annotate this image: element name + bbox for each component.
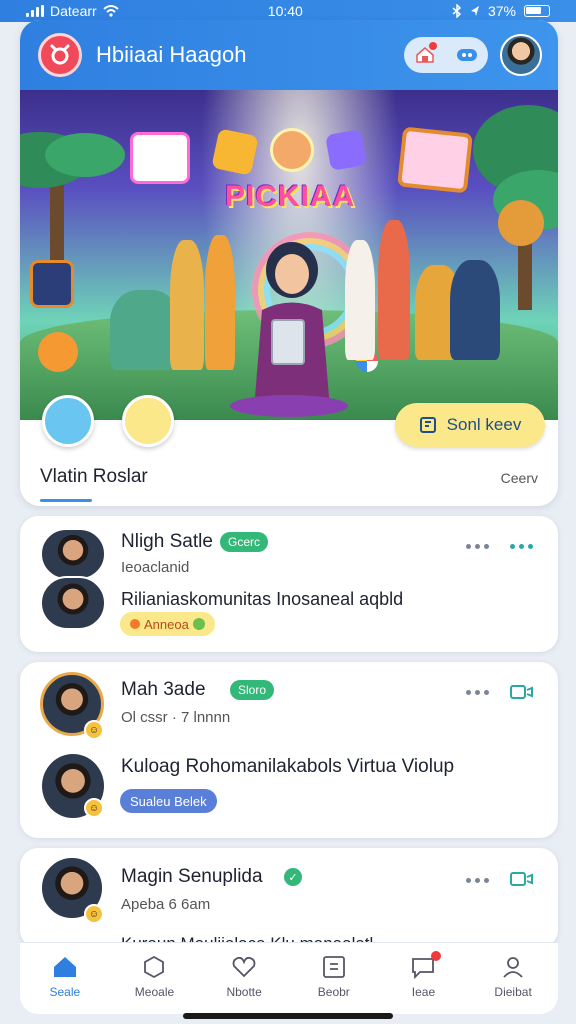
bottom-nav: Seale Meoale Nbotte Beobr Ieae Dieibat — [20, 942, 558, 1014]
smile-badge-icon: ☺ — [84, 904, 104, 924]
cta-label: Sonl keev — [446, 415, 522, 434]
nav-item-beobr[interactable]: Beobr — [294, 955, 374, 999]
post-chip[interactable]: Anneoa — [120, 612, 215, 636]
pedestal — [230, 395, 348, 417]
more-options-button[interactable] — [453, 41, 481, 69]
cube-icon — [144, 955, 165, 979]
post-card[interactable]: Nligh Satle Gcerc Ieoaclanid Rilianiasko… — [20, 516, 558, 652]
post-subtitle: Ol cssr · 7 lnnnn — [121, 709, 231, 726]
nav-item-meoale[interactable]: Meoale — [114, 955, 194, 999]
teddy-bear-icon — [498, 200, 544, 246]
nav-label: Ieae — [411, 985, 436, 999]
music-badge-icon[interactable] — [122, 395, 174, 447]
more-dots-icon[interactable] — [466, 878, 489, 883]
nav-label: Seale — [49, 985, 81, 999]
home-icon — [53, 957, 76, 977]
crowd-figure — [450, 260, 500, 360]
smile-badge-icon: ☺ — [84, 798, 104, 818]
nav-item-dieibat[interactable]: Dieibat — [473, 955, 553, 999]
home-indicator — [183, 1013, 393, 1019]
ellipsis-pill-icon — [457, 49, 477, 61]
storyteller-figure — [254, 242, 330, 410]
post-subtitle: Ieoaclanid — [121, 559, 190, 576]
more-teal-dots-icon[interactable] — [510, 544, 533, 549]
smiley-ball-icon — [38, 332, 78, 372]
chip-orange-icon — [130, 619, 140, 629]
status-right: 37% — [452, 3, 550, 19]
post-avatar[interactable] — [40, 528, 106, 580]
heart-icon — [232, 956, 256, 978]
nav-notification-dot — [431, 951, 442, 961]
face-avatar-icon — [270, 128, 314, 172]
post-body: Kuloag Rohomanilakabols Virtua Violup — [121, 756, 455, 777]
photo-frame-icon — [397, 126, 473, 194]
nav-label: Meoale — [134, 985, 175, 999]
verified-badge-icon: ✓ — [284, 868, 302, 886]
battery-icon — [523, 5, 550, 17]
status-bar: Datearr 10:40 37% — [0, 0, 576, 22]
profile-icon — [503, 957, 523, 978]
clock: 10:40 — [267, 3, 303, 19]
post-card[interactable]: ☺ ☺ Mah 3ade Sloro Ol cssr · 7 lnnnn Kul… — [20, 662, 558, 838]
post-tag: Sloro — [230, 680, 275, 700]
header-card: Hbiiaai Haagoh PICKIAA Sonl keev Vlatin … — [20, 20, 558, 506]
music-note-icon — [325, 129, 367, 171]
carrier-label: Datearr — [50, 3, 97, 19]
status-left: Datearr — [26, 3, 119, 19]
video-icon[interactable] — [510, 871, 534, 887]
nav-label: Dieibat — [494, 985, 532, 999]
crowd-figure — [205, 235, 235, 370]
post-subtitle: Apeba 6 6am — [121, 896, 211, 913]
smile-badge-icon: ☺ — [84, 720, 104, 740]
tab-right[interactable]: Ceerv — [501, 470, 538, 486]
crowd-figure — [345, 240, 375, 360]
tab-active[interactable]: Vlatin Roslar — [40, 466, 148, 488]
chip-green-icon — [192, 618, 205, 630]
nav-label: Nbotte — [226, 985, 262, 999]
battery-percent: 37% — [487, 3, 516, 19]
post-card[interactable]: ☺ Magin Senuplida ✓ Apeba 6 6am Kuraun M… — [20, 848, 558, 953]
app-title: Hbiiaai Haagoh — [96, 42, 247, 67]
video-icon[interactable] — [510, 684, 534, 700]
signal-icon — [26, 5, 44, 17]
profile-avatar[interactable] — [500, 34, 542, 76]
post-author-name[interactable]: Nligh Satle — [121, 531, 213, 553]
crowd-figure — [378, 220, 410, 360]
post-chip[interactable]: Sualeu Belek — [120, 789, 217, 813]
kids-badge-icon[interactable] — [42, 395, 94, 447]
hero-banner-text: PICKIAA — [225, 180, 356, 213]
post-body: Rilianiaskomunitas Inosaneal aqbld — [121, 589, 404, 609]
post-author-name[interactable]: Magin Senuplida — [121, 866, 263, 888]
post-avatar-secondary[interactable] — [40, 576, 106, 630]
cta-button[interactable]: Sonl keev — [395, 403, 545, 447]
notification-dot — [429, 42, 437, 50]
header-actions — [404, 37, 488, 73]
nav-label: Beobr — [317, 985, 350, 999]
chart-board-icon — [30, 260, 74, 308]
more-dots-icon[interactable] — [466, 544, 489, 549]
nav-item-nbotte[interactable]: Nbotte — [204, 955, 284, 999]
post-tag: Gcerc — [220, 532, 269, 552]
app-logo-icon[interactable] — [38, 33, 82, 77]
nav-item-ieae[interactable]: Ieae — [383, 951, 463, 999]
floating-card-icon — [130, 132, 190, 184]
tab-underline — [40, 499, 92, 502]
wifi-icon — [103, 5, 119, 17]
hero-illustration: PICKIAA — [20, 90, 558, 420]
nav-item-home[interactable]: Seale — [25, 955, 105, 999]
crowd-figure — [170, 240, 204, 370]
house-notification-button[interactable] — [411, 41, 439, 69]
app-header: Hbiiaai Haagoh — [20, 20, 558, 90]
location-icon — [470, 6, 479, 16]
star-icon — [211, 128, 259, 176]
more-dots-icon[interactable] — [466, 690, 489, 695]
post-author-name[interactable]: Mah 3ade — [121, 679, 206, 701]
tabs-row: Vlatin Roslar Ceerv — [20, 460, 558, 506]
bluetooth-icon — [452, 4, 462, 18]
post-chip-label: Anneoa — [144, 616, 189, 632]
book-icon — [419, 417, 436, 433]
grid-icon — [322, 956, 345, 978]
